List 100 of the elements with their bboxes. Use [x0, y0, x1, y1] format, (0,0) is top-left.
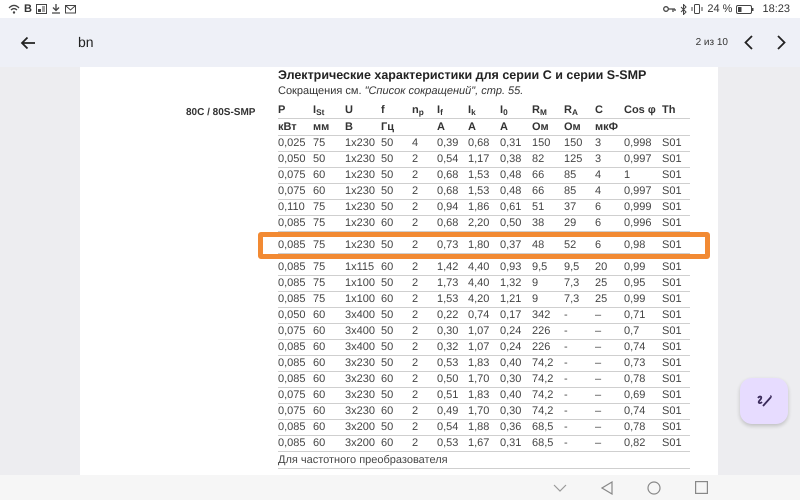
- table-cell-text: S01: [662, 404, 683, 419]
- table-cell-text: 0,69: [624, 388, 646, 403]
- table-cell-text: 38: [532, 216, 546, 231]
- table-cell-text: 1x230: [345, 168, 376, 183]
- section-heading: Электрические характеристики для серии C и серии S-SMP: [278, 68, 648, 82]
- previous-button[interactable]: [744, 35, 753, 50]
- table-cell-text: 9: [532, 276, 540, 291]
- column-header: Cos φ: [624, 103, 657, 118]
- table-cell-text: 0,50: [437, 372, 460, 387]
- back-button[interactable]: [20, 36, 36, 50]
- annotate-button[interactable]: [740, 378, 788, 424]
- gallery-icon: [36, 4, 47, 14]
- table-cell-text: 50: [381, 184, 394, 199]
- table-cell-text: 82: [532, 152, 546, 167]
- column-header: I$_{0}$: [500, 103, 509, 118]
- table-cell-text: 2: [412, 436, 420, 451]
- table-cell-text: 20: [595, 260, 608, 275]
- table-cell-text: 1x230: [345, 200, 376, 215]
- table-cell-text: 0,48: [500, 184, 522, 199]
- hide-keyboard-button[interactable]: [553, 484, 567, 492]
- table-cell-text: 60: [313, 404, 326, 419]
- table-cell-text: 48: [532, 238, 546, 253]
- table-cell-text: 150: [532, 136, 552, 151]
- table-cell-text: 0,085: [278, 238, 307, 253]
- table-cell-text: 74,2: [532, 356, 554, 371]
- next-button[interactable]: [777, 35, 786, 50]
- table-cell-text: 1: [624, 168, 632, 183]
- table-cell-text: 3x400: [345, 324, 376, 339]
- table-cell-text: 0,085: [278, 260, 307, 275]
- table-cell-text: 0,73: [624, 356, 646, 371]
- table-cell-text: 2: [412, 216, 420, 231]
- table-cell-text: 0,31: [500, 436, 522, 451]
- table-cell-text: 0,997: [624, 152, 653, 167]
- table-cell-text: 1,88: [468, 420, 490, 435]
- clock-text: 18:23: [762, 2, 790, 17]
- table-cell-text: 50: [381, 324, 394, 339]
- table-cell-text: 50: [381, 136, 394, 151]
- table-cell-text: 1,53: [437, 292, 460, 307]
- table-cell-text: 2,20: [468, 216, 490, 231]
- table-cell-text: 0,075: [278, 324, 307, 339]
- table-cell-text: S01: [662, 324, 683, 339]
- table-cell-text: 1,53: [468, 168, 490, 183]
- table-cell-text: 0,48: [500, 168, 522, 183]
- model-label: 80C / 80S-SMP: [185, 106, 256, 120]
- table-cell-text: 0,99: [624, 292, 646, 307]
- table-cell-text: 0,74: [624, 340, 646, 355]
- recents-button[interactable]: [695, 481, 708, 494]
- table-cell-text: S01: [662, 340, 683, 355]
- table-cell-text: 0,24: [500, 324, 522, 339]
- table-cell-text: 0,30: [500, 404, 522, 419]
- table-cell-text: 75: [313, 238, 326, 253]
- table-cell-text: 2: [412, 308, 420, 323]
- table-cell-text: S01: [662, 292, 683, 307]
- table-cell-text: 1,70: [468, 404, 490, 419]
- table-cell-text: 2: [412, 372, 420, 387]
- table-cell-text: 1,73: [437, 276, 460, 291]
- mail-icon: [64, 4, 76, 14]
- unit-header: Ом: [564, 120, 582, 135]
- table-cell-text: 68,5: [532, 420, 554, 435]
- table-cell-text: 50: [381, 388, 394, 403]
- table-cell-text: 60: [381, 292, 394, 307]
- column-header: I$_{f}$: [437, 103, 444, 118]
- table-cell-text: 3x200: [345, 436, 376, 451]
- table-cell-text: 0,17: [500, 308, 522, 323]
- table-cell-text: 60: [313, 308, 326, 323]
- table-cell-text: 74,2: [532, 388, 554, 403]
- table-cell-text: 50: [381, 276, 394, 291]
- table-cell-text: 0,30: [500, 372, 522, 387]
- unit-header: А: [468, 120, 477, 135]
- column-header: n$_{p}$: [412, 103, 425, 118]
- table-cell-text: 85: [564, 168, 578, 183]
- battery-icon: [736, 4, 754, 14]
- table-cell-text: 0,78: [624, 420, 646, 435]
- table-cell-text: 1,07: [468, 324, 490, 339]
- home-button[interactable]: [647, 480, 661, 494]
- table-cell-text: S01: [662, 356, 683, 371]
- column-header: I$_{k}$: [468, 103, 477, 118]
- unit-header: кВт: [278, 120, 298, 135]
- table-cell-text: 0,24: [500, 340, 522, 355]
- table-cell-text: 9,5: [564, 260, 580, 275]
- table-cell-text: 2: [412, 356, 420, 371]
- table-cell-text: 4,40: [468, 260, 490, 275]
- table-cell-text: S01: [662, 420, 683, 435]
- table-cell-text: 1,67: [468, 436, 490, 451]
- column-header: U: [345, 103, 354, 118]
- table-cell-text: 2: [412, 276, 420, 291]
- table-cell-text: 0,82: [624, 436, 646, 451]
- table-cell-text: 60: [313, 372, 326, 387]
- unit-header: В: [345, 120, 354, 135]
- table-cell-text: 50: [381, 168, 394, 183]
- table-cell-text: 60: [381, 404, 394, 419]
- table-cell-text: 75: [313, 260, 326, 275]
- table-cell-text: 0,53: [437, 436, 460, 451]
- table-cell-text: 52: [564, 238, 578, 253]
- table-cell-text: 3x230: [345, 356, 376, 371]
- back-nav-button[interactable]: [601, 480, 613, 494]
- table-cell-text: -: [564, 404, 569, 419]
- table-cell-text: 0,996: [624, 216, 653, 231]
- table-cell-text: S01: [662, 260, 683, 275]
- table-cell-text: 0,30: [437, 324, 460, 339]
